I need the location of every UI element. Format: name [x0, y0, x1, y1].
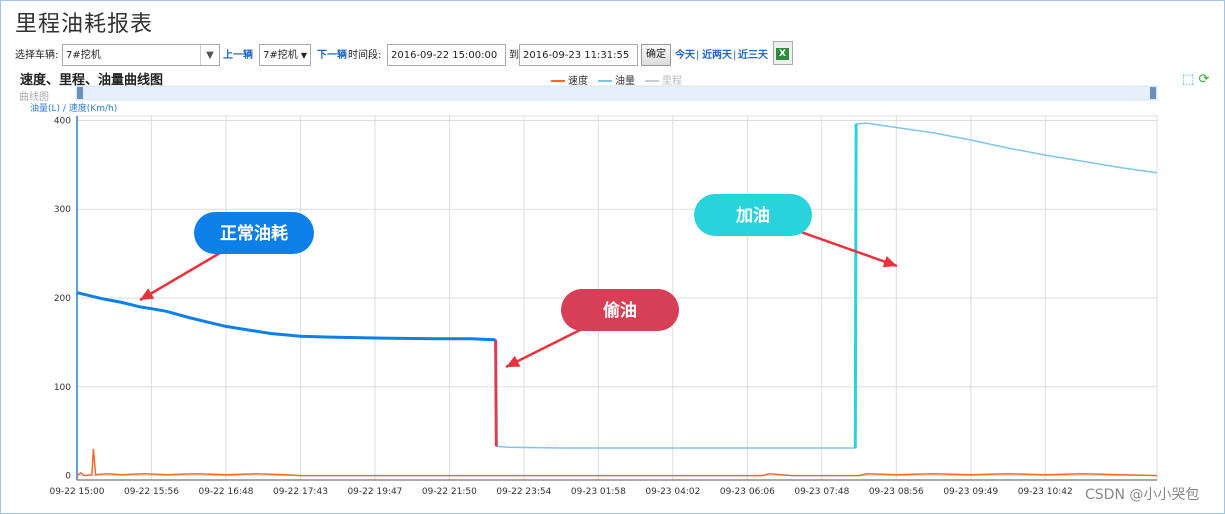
range-handle-right[interactable]	[1150, 87, 1156, 99]
range-handle-left[interactable]	[77, 87, 83, 99]
y-tick-label: 300	[54, 205, 71, 215]
callout-arrowhead	[882, 256, 897, 268]
highlight-fuel-theft	[494, 339, 498, 447]
y-tick-label: 0	[65, 472, 71, 482]
range-selector[interactable]	[75, 85, 1158, 101]
x-tick-label: 09-22 23:54	[496, 487, 551, 497]
callout-label: 加油	[735, 205, 770, 226]
x-tick-label: 09-22 16:48	[198, 487, 253, 497]
series-line-fuel	[76, 122, 1158, 449]
x-tick-label: 09-22 19:47	[347, 487, 402, 497]
x-tick-label: 09-23 09:49	[943, 487, 998, 497]
watermark: CSDN @小小哭包	[1085, 487, 1200, 503]
x-tick-label: 09-23 10:42	[1018, 487, 1073, 497]
x-tick-label: 09-23 01:58	[571, 487, 626, 497]
x-tick-label: 09-22 21:50	[422, 487, 477, 497]
y-tick-label: 200	[54, 294, 71, 304]
x-tick-label: 09-23 04:02	[645, 487, 700, 497]
x-tick-label: 09-22 15:00	[50, 487, 105, 497]
x-tick-label: 09-23 06:06	[720, 487, 775, 497]
x-tick-label: 09-23 08:56	[869, 487, 924, 497]
y-tick-label: 100	[54, 383, 71, 393]
highlight-normal-consumption	[76, 291, 496, 342]
callout-label: 正常油耗	[220, 223, 288, 244]
x-tick-label: 09-22 17:43	[273, 487, 328, 497]
x-tick-label: 09-22 15:56	[124, 487, 179, 497]
fuel-speed-chart: 0 100 200 300 400 09-22 15:00 09-22 15:56 09-22…	[50, 85, 1158, 497]
callout-label: 偷油	[603, 300, 637, 321]
highlight-refuel	[853, 123, 858, 449]
y-tick-label: 400	[54, 116, 71, 126]
series-line-speed	[76, 448, 1158, 477]
x-tick-label: 09-23 07:48	[794, 487, 849, 497]
